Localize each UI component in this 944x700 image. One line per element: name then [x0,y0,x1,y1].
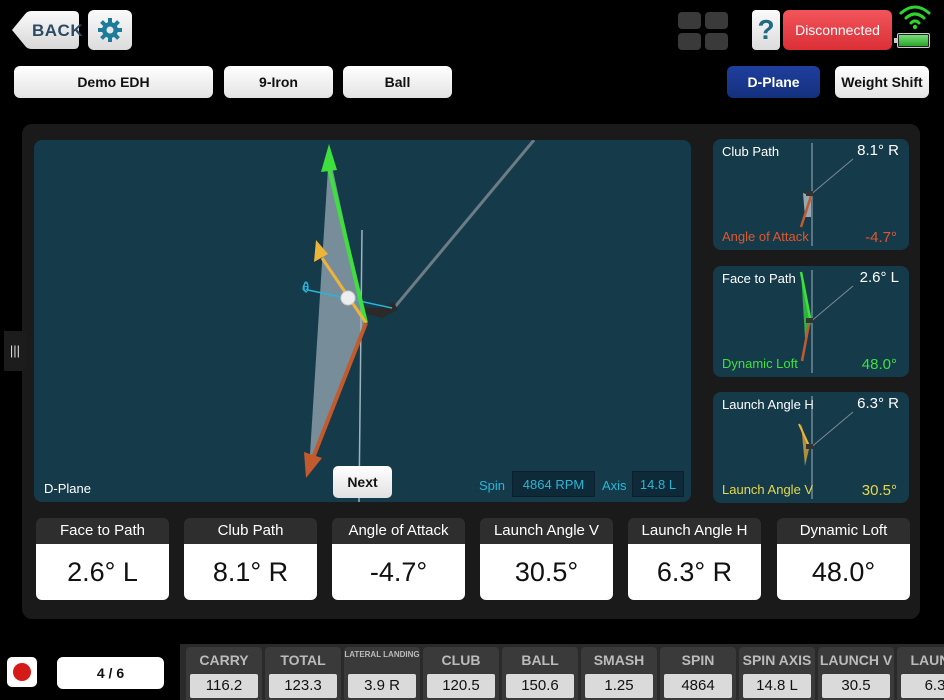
back-button[interactable]: BACK [10,10,84,50]
plot-title: D-Plane [44,481,91,496]
axis-label: Axis [602,478,627,493]
stat-lateral-landing[interactable]: LATERAL LANDING 3.9 R [344,647,420,700]
metric-value: 48.0° [777,544,910,600]
stat-value: 116.2 [190,674,258,698]
spin-label: Spin [479,478,506,493]
stat-club[interactable]: CLUB 120.5 [423,647,499,700]
back-label: BACK [32,21,84,40]
stat-spin[interactable]: SPIN 4864 [660,647,736,700]
metric-dynamic-loft: Dynamic Loft 48.0° [777,518,910,600]
stat-smash[interactable]: SMASH 1.25 [581,647,657,700]
stat-label: SPIN AXIS [742,652,812,668]
metric-launch-angle-v: Launch Angle V 30.5° [480,518,613,600]
dplane-tab[interactable]: D-Plane [727,66,820,98]
angle-of-attack-title: Angle of Attack [722,229,809,244]
target-line [358,229,363,502]
stat-carry[interactable]: CARRY 116.2 [186,647,262,700]
stat-value: 3.9 R [348,674,416,698]
stat-value: 4864 [664,674,732,698]
dplane-plot: θ D-Plane [34,140,691,502]
next-button[interactable]: Next [333,466,392,498]
record-icon [13,663,31,681]
wifi-icon [899,5,931,30]
stat-value: 120.5 [427,674,495,698]
angle-of-attack-value: -4.7° [865,229,897,246]
metric-value: 6.3° R [628,544,761,600]
help-button[interactable]: ? [752,10,780,50]
stat-value: 150.6 [506,674,574,698]
spin-value: 4864 RPM [512,471,595,497]
settings-button[interactable] [88,10,132,50]
club-shaft [392,140,536,309]
club-path-title: Club Path [722,144,780,159]
stat-label: LAUNC [910,652,944,668]
stat-label: SMASH [593,652,645,668]
metric-value: -4.7° [332,544,465,600]
shot-counter[interactable]: 4 / 6 [57,657,164,689]
face-to-path-value: 2.6° L [859,269,899,286]
stat-value: 123.3 [269,674,337,698]
ball-selector[interactable]: Ball [343,66,452,98]
axis-value: 14.8 L [632,471,684,497]
dynamic-loft-title: Dynamic Loft [722,356,798,371]
face-to-path-title: Face to Path [722,271,796,286]
stat-launch-h[interactable]: LAUNC 6.3 [897,647,944,700]
stat-launch-v[interactable]: LAUNCH V 30.5 [818,647,894,700]
weight-shift-tab[interactable]: Weight Shift [835,66,929,98]
stat-label: TOTAL [280,652,326,668]
metric-label: Face to Path [36,518,169,544]
metric-label: Launch Angle H [628,518,761,544]
club-selector[interactable]: 9-Iron [224,66,333,98]
launch-angle-v-value: 30.5° [861,482,897,499]
theta-label: θ [302,281,309,294]
stat-label: SPIN [681,652,715,668]
stat-ball[interactable]: BALL 150.6 [502,647,578,700]
stat-label: LATERAL LANDING [344,650,420,659]
launch-angle-h-title: Launch Angle H [722,397,814,412]
launch-angle-h-value: 6.3° R [857,395,899,412]
side-panel-club-path[interactable]: Club Path 8.1° R Angle of Attack -4.7° [713,139,909,250]
launch-angle-v-title: Launch Angle V [722,482,814,497]
stat-value: 30.5 [822,674,890,698]
stat-label: CARRY [199,652,249,668]
metric-face-to-path: Face to Path 2.6° L [36,518,169,600]
connection-status-button[interactable]: Disconnected [783,10,892,50]
stat-spin-axis[interactable]: SPIN AXIS 14.8 L [739,647,815,700]
stat-label: LAUNCH V [819,652,893,668]
battery-icon [894,33,930,48]
stat-label: BALL [521,652,559,668]
metric-label: Club Path [184,518,317,544]
stat-value: 1.25 [585,674,653,698]
stat-label: CLUB [441,652,481,668]
club-path-value: 8.1° R [857,142,899,159]
metric-launch-angle-h: Launch Angle H 6.3° R [628,518,761,600]
stat-value: 14.8 L [743,674,811,698]
stat-value: 6.3 [901,674,944,698]
side-handle[interactable]: ||| [4,331,26,371]
dplane-graphic: θ [302,140,536,502]
metric-value: 8.1° R [184,544,317,600]
stats-strip[interactable]: CARRY 116.2 TOTAL 123.3 LATERAL LANDING … [180,644,944,700]
club-head [362,302,398,318]
metric-label: Dynamic Loft [777,518,910,544]
metric-label: Launch Angle V [480,518,613,544]
gear-icon [98,18,122,42]
grid-view-icon[interactable] [678,12,728,50]
metric-value: 30.5° [480,544,613,600]
side-panel-face-to-path[interactable]: Face to Path 2.6° L Dynamic Loft 48.0° [713,266,909,377]
metric-angle-of-attack: Angle of Attack -4.7° [332,518,465,600]
dynamic-loft-value: 48.0° [861,356,897,373]
ball-marker [340,290,356,306]
side-panel-launch-angle-h[interactable]: Launch Angle H 6.3° R Launch Angle V 30.… [713,392,909,503]
player-selector[interactable]: Demo EDH [14,66,213,98]
record-button[interactable] [7,657,37,687]
stat-total[interactable]: TOTAL 123.3 [265,647,341,700]
metric-label: Angle of Attack [332,518,465,544]
metric-value: 2.6° L [36,544,169,600]
metric-club-path: Club Path 8.1° R [184,518,317,600]
